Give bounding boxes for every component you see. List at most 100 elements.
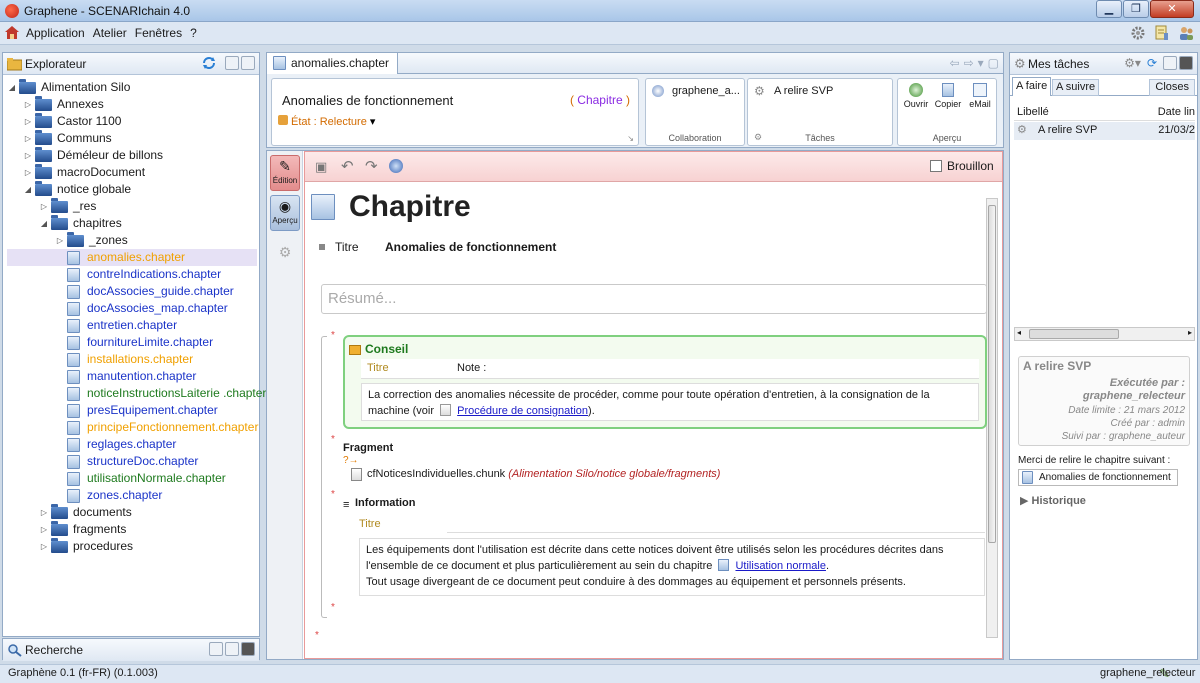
maximize-button[interactable]: ❐: [1123, 0, 1149, 18]
utilisation-normale-link[interactable]: Utilisation normale: [735, 560, 825, 572]
tree-item[interactable]: contreIndications.chapter: [7, 266, 257, 283]
column-date[interactable]: Date lin: [1158, 106, 1195, 118]
expand-arrow-icon[interactable]: ▷: [39, 198, 49, 215]
search-restore-button[interactable]: [209, 642, 223, 656]
tasks-hscrollbar[interactable]: ◂ ▸: [1014, 327, 1195, 341]
menu-atelier[interactable]: Atelier: [93, 26, 127, 40]
home-icon[interactable]: [5, 26, 19, 39]
tree-folder[interactable]: ◢ chapitres: [7, 215, 257, 232]
search-maximize-button[interactable]: [225, 642, 239, 656]
menu-fenetres[interactable]: Fenêtres: [135, 26, 182, 40]
gear-icon[interactable]: [1130, 25, 1146, 41]
collab-user[interactable]: graphene_a...: [672, 85, 740, 97]
tree-item[interactable]: presEquipement.chapter: [7, 402, 257, 419]
conseil-title-value[interactable]: Note :: [457, 362, 486, 374]
expand-icon[interactable]: ↘: [627, 134, 634, 143]
edition-tool[interactable]: ✎ Édition: [270, 155, 300, 191]
forward-icon[interactable]: ⇨: [964, 56, 974, 70]
explorer-maximize-button[interactable]: [241, 56, 255, 70]
tree-folder[interactable]: ▷ Castor 1100: [7, 113, 257, 130]
settings-tool[interactable]: ⚙: [270, 239, 300, 265]
task-name[interactable]: A relire SVP: [774, 85, 833, 97]
hscroll-thumb[interactable]: [1029, 329, 1119, 339]
close-button[interactable]: ✕: [1150, 0, 1194, 18]
tree-item[interactable]: anomalies.chapter: [7, 249, 257, 266]
refresh-icon[interactable]: [201, 56, 217, 70]
dropdown-icon[interactable]: ▾: [978, 56, 984, 70]
chapter-reference[interactable]: Anomalies de fonctionnement: [1018, 469, 1178, 486]
tree-item[interactable]: manutention.chapter: [7, 368, 257, 385]
expand-arrow-icon[interactable]: ▷: [39, 521, 49, 538]
maximize-editor-icon[interactable]: ▢: [988, 56, 999, 70]
expand-arrow-icon[interactable]: ▷: [39, 538, 49, 555]
info-icon[interactable]: [389, 159, 403, 173]
procedure-link[interactable]: Procédure de consignation: [457, 405, 588, 417]
tree-item[interactable]: zones.chapter: [7, 487, 257, 504]
tree-folder[interactable]: ▷ documents: [7, 504, 257, 521]
draft-checkbox[interactable]: [930, 160, 942, 172]
tree-item[interactable]: entretien.chapter: [7, 317, 257, 334]
scroll-thumb[interactable]: [988, 205, 996, 543]
scroll-left-icon[interactable]: ◂: [1017, 328, 1021, 337]
notes-icon[interactable]: [1154, 25, 1170, 41]
tree-item[interactable]: reglages.chapter: [7, 436, 257, 453]
conseil-text[interactable]: La correction des anomalies nécessite de…: [361, 383, 979, 421]
minimize-button[interactable]: ▁: [1096, 0, 1122, 18]
menu-help[interactable]: ?: [190, 26, 197, 40]
scroll-right-icon[interactable]: ▸: [1188, 328, 1192, 337]
information-title-field[interactable]: [447, 532, 985, 533]
summary-field[interactable]: Résumé...: [321, 284, 987, 314]
tab-a-suivre[interactable]: A suivre: [1052, 79, 1100, 96]
menu-application[interactable]: Application: [26, 26, 85, 40]
tree-item[interactable]: docAssocies_map.chapter: [7, 300, 257, 317]
expand-arrow-icon[interactable]: ▷: [55, 232, 65, 249]
tree-folder[interactable]: ▷ fragments: [7, 521, 257, 538]
information-text[interactable]: Les équipements dont l'utilisation est d…: [359, 538, 985, 596]
tree-item[interactable]: installations.chapter: [7, 351, 257, 368]
tree-folder[interactable]: ▷ _zones: [7, 232, 257, 249]
tree-item[interactable]: utilisationNormale.chapter: [7, 470, 257, 487]
expand-arrow-icon[interactable]: ▷: [23, 164, 33, 181]
explorer-restore-button[interactable]: [225, 56, 239, 70]
title-value[interactable]: Anomalies de fonctionnement: [385, 240, 556, 254]
tree-folder[interactable]: ◢ Alimentation Silo: [7, 79, 257, 96]
tree-item[interactable]: principeFonctionnement.chapter: [7, 419, 258, 436]
tree-item[interactable]: docAssocies_guide.chapter: [7, 283, 257, 300]
tasks-close-button[interactable]: [1179, 56, 1193, 70]
tree-folder[interactable]: ▷ _res: [7, 198, 257, 215]
collapse-arrow-icon[interactable]: ◢: [23, 181, 33, 198]
back-icon[interactable]: ⇦: [950, 56, 960, 70]
tree-folder[interactable]: ▷ macroDocument: [7, 164, 257, 181]
tab-anomalies-chapter[interactable]: anomalies.chapter: [267, 53, 399, 74]
users-icon[interactable]: [1178, 25, 1194, 41]
expand-arrow-icon[interactable]: ▷: [23, 147, 33, 164]
save-icon[interactable]: ▣: [315, 159, 327, 175]
collapse-arrow-icon[interactable]: ◢: [7, 79, 17, 96]
open-button[interactable]: Ouvrir: [902, 83, 930, 109]
tab-closes[interactable]: Closes: [1149, 79, 1195, 96]
tree-item[interactable]: noticeInstructionsLaiterie .chapter: [7, 385, 266, 402]
email-button[interactable]: eMail: [966, 83, 994, 109]
tree-folder[interactable]: ◢ notice globale: [7, 181, 257, 198]
tree-folder[interactable]: ▷ procedures: [7, 538, 257, 555]
copy-button[interactable]: Copier: [934, 83, 962, 109]
preview-tool[interactable]: ◉ Aperçu: [270, 195, 300, 231]
tree-folder[interactable]: ▷ Annexes: [7, 96, 257, 113]
tree-item[interactable]: structureDoc.chapter: [7, 453, 257, 470]
undo-icon[interactable]: ↶: [341, 157, 354, 175]
expand-arrow-icon[interactable]: ▷: [23, 113, 33, 130]
redo-icon[interactable]: ↷: [365, 157, 378, 175]
expand-arrow-icon[interactable]: ▷: [23, 96, 33, 113]
tree-folder[interactable]: ▷ Communs: [7, 130, 257, 147]
state-selector[interactable]: État : Relecture ▾: [278, 115, 375, 128]
collapse-arrow-icon[interactable]: ◢: [39, 215, 49, 232]
column-libelle[interactable]: Libellé: [1017, 106, 1049, 118]
search-close-button[interactable]: [241, 642, 255, 656]
tasks-refresh-icon[interactable]: ⟳: [1147, 56, 1157, 70]
fragment-reference[interactable]: cfNoticesIndividuelles.chunk (Alimentati…: [367, 468, 720, 480]
expand-arrow-icon[interactable]: ▷: [39, 504, 49, 521]
tasks-settings-icon[interactable]: ⚙▾: [1124, 56, 1141, 70]
tab-a-faire[interactable]: A faire: [1012, 77, 1052, 96]
document-scrollbar[interactable]: [986, 198, 998, 638]
tree-item[interactable]: fournitureLimite.chapter: [7, 334, 257, 351]
